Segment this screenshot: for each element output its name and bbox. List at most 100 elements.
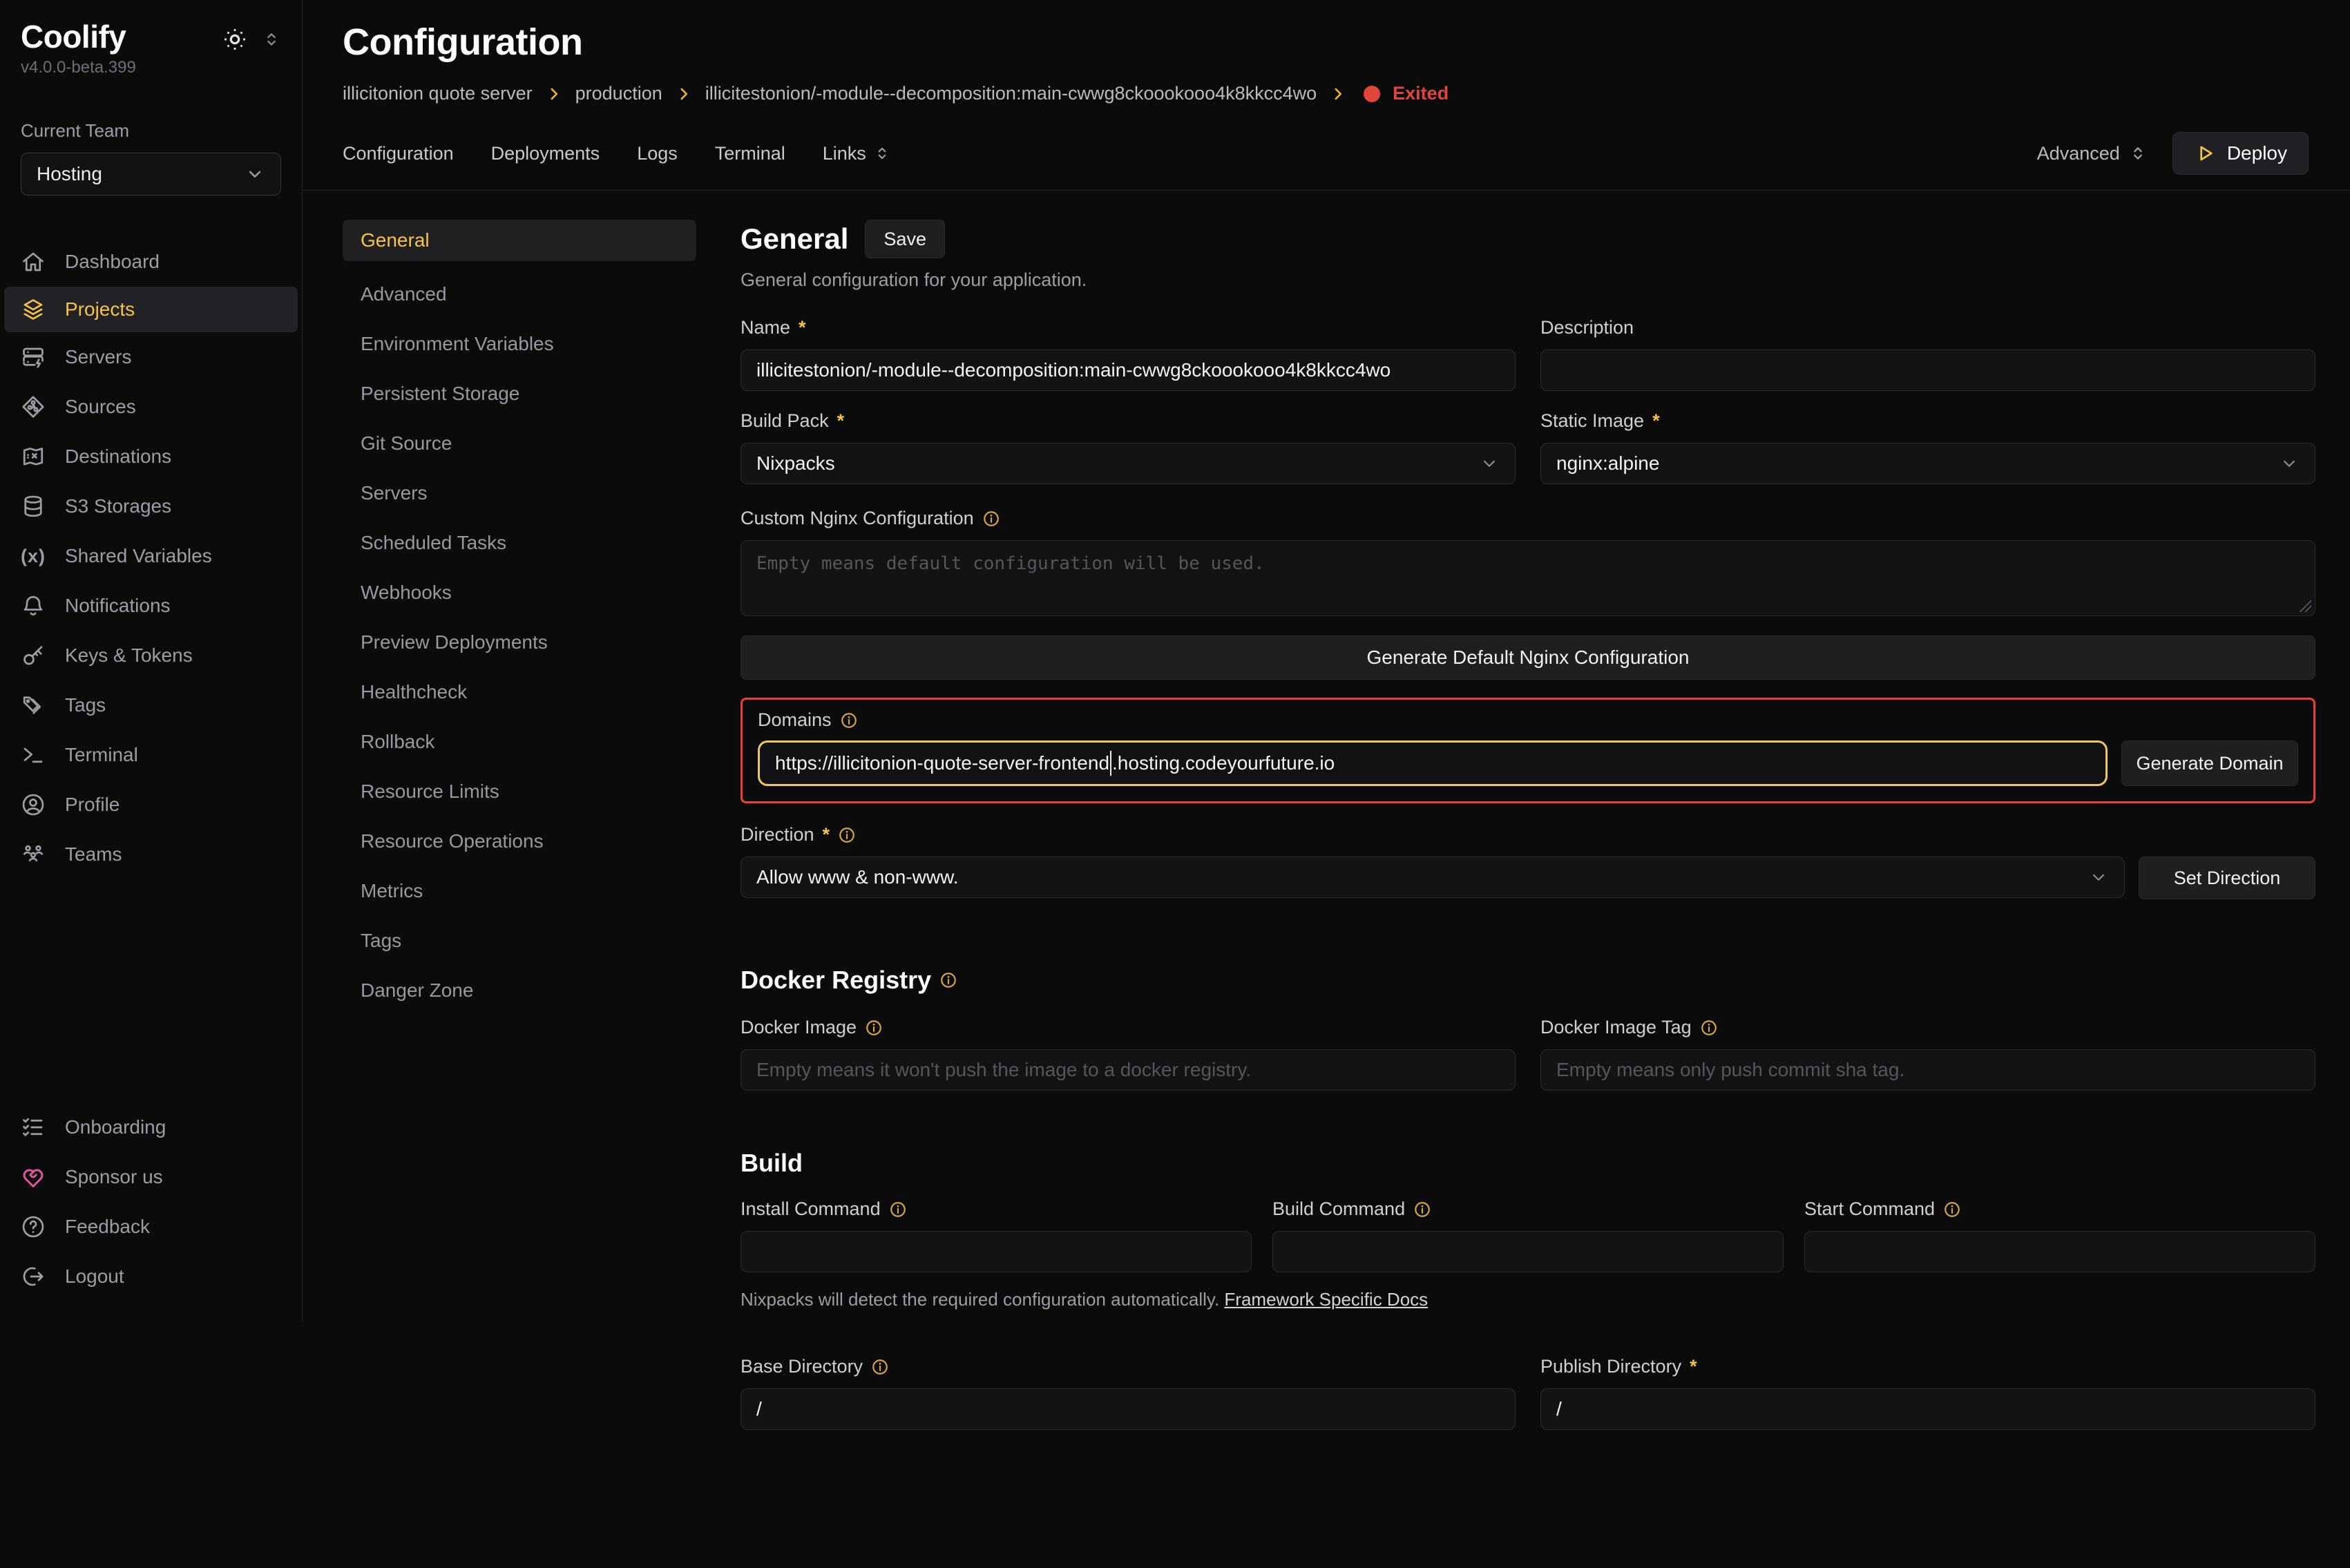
sidebar-item-tags[interactable]: Tags — [0, 680, 302, 730]
tab-links[interactable]: Links — [823, 143, 891, 164]
user-circle-icon — [21, 792, 46, 817]
sidebar-item-s3-storages[interactable]: S3 Storages — [0, 481, 302, 531]
docker-image-tag-input[interactable] — [1540, 1049, 2315, 1091]
build-heading: Build — [741, 1149, 2315, 1178]
sidebar-item-notifications[interactable]: Notifications — [0, 581, 302, 631]
build-command-input[interactable] — [1272, 1231, 1784, 1272]
docker-image-input[interactable] — [741, 1049, 1516, 1091]
sidebar-item-feedback[interactable]: Feedback — [0, 1202, 302, 1252]
build-pack-select[interactable]: Nixpacks — [741, 443, 1516, 484]
app-logo: Coolify — [21, 18, 126, 55]
static-image-select[interactable]: nginx:alpine — [1540, 443, 2315, 484]
theme-selector-chevron-up-down-icon[interactable] — [262, 30, 281, 49]
sidebar-item-terminal[interactable]: Terminal — [0, 730, 302, 780]
sidebar-item-keys-tokens[interactable]: Keys & Tokens — [0, 631, 302, 680]
subnav-tags[interactable]: Tags — [343, 916, 696, 966]
tab-configuration[interactable]: Configuration — [343, 143, 454, 164]
info-icon — [838, 826, 856, 844]
direction-select[interactable]: Allow www & non-www. — [741, 857, 2125, 898]
build-pack-label: Build Pack* — [741, 410, 1516, 432]
generate-nginx-button[interactable]: Generate Default Nginx Configuration — [741, 635, 2315, 680]
chevron-right-icon — [1329, 85, 1347, 103]
tab-deployments[interactable]: Deployments — [491, 143, 600, 164]
subnav-general[interactable]: General — [343, 220, 696, 261]
play-icon — [2194, 142, 2216, 164]
base-directory-label: Base Directory — [741, 1356, 1516, 1377]
static-image-label: Static Image* — [1540, 410, 2315, 432]
sidebar: Coolify v4.0.0-beta.399 Current Team Hos… — [0, 0, 303, 1322]
deploy-button[interactable]: Deploy — [2172, 132, 2309, 175]
subnav-danger-zone[interactable]: Danger Zone — [343, 966, 696, 1015]
app-version: v4.0.0-beta.399 — [21, 58, 281, 77]
theme-toggle-sun-icon[interactable] — [222, 26, 248, 52]
subnav-healthcheck[interactable]: Healthcheck — [343, 667, 696, 717]
sidebar-item-shared-variables[interactable]: (x) Shared Variables — [0, 531, 302, 581]
text-caret — [1110, 751, 1111, 776]
domains-section: Domains https://illicitonion-quote-serve… — [741, 698, 2315, 803]
name-input[interactable] — [741, 350, 1516, 391]
subnav-resource-limits[interactable]: Resource Limits — [343, 767, 696, 816]
sidebar-item-servers[interactable]: Servers — [0, 332, 302, 382]
parentheses-x-icon: (x) — [21, 544, 46, 568]
tab-terminal[interactable]: Terminal — [715, 143, 785, 164]
breadcrumb-project[interactable]: illicitonion quote server — [343, 83, 533, 104]
tab-logs[interactable]: Logs — [637, 143, 678, 164]
server-icon — [21, 345, 46, 370]
description-label: Description — [1540, 317, 2315, 338]
set-direction-button[interactable]: Set Direction — [2139, 857, 2315, 899]
resize-grip-icon[interactable] — [2299, 600, 2311, 612]
advanced-selector[interactable]: Advanced — [2037, 143, 2148, 164]
subnav-webhooks[interactable]: Webhooks — [343, 568, 696, 618]
subnav-git-source[interactable]: Git Source — [343, 419, 696, 468]
chevron-down-icon — [2279, 453, 2300, 474]
breadcrumb-application[interactable]: illicitestonion/-module--decomposition:m… — [705, 83, 1317, 104]
sidebar-item-profile[interactable]: Profile — [0, 780, 302, 830]
subnav-metrics[interactable]: Metrics — [343, 866, 696, 916]
sidebar-item-dashboard[interactable]: Dashboard — [0, 237, 302, 287]
domains-input[interactable]: https://illicitonion-quote-server-fronte… — [758, 740, 2108, 786]
base-directory-input[interactable] — [741, 1388, 1516, 1430]
map-icon — [21, 444, 46, 469]
breadcrumb-environment[interactable]: production — [575, 83, 662, 104]
docker-image-tag-label: Docker Image Tag — [1540, 1017, 2315, 1038]
sidebar-item-sources[interactable]: Sources — [0, 382, 302, 432]
general-form: General Save General configuration for y… — [741, 220, 2315, 1568]
subnav-servers[interactable]: Servers — [343, 468, 696, 518]
info-icon — [1700, 1019, 1718, 1037]
subnav-rollback[interactable]: Rollback — [343, 717, 696, 767]
info-icon — [1943, 1201, 1961, 1218]
info-icon — [865, 1019, 883, 1037]
sidebar-item-logout[interactable]: Logout — [0, 1252, 302, 1301]
sidebar-item-projects[interactable]: Projects — [4, 287, 298, 332]
tag-icon — [21, 693, 46, 718]
subnav-preview-deployments[interactable]: Preview Deployments — [343, 618, 696, 667]
subnav-resource-operations[interactable]: Resource Operations — [343, 816, 696, 866]
main-area: Configuration illicitonion quote server … — [303, 0, 2350, 1322]
install-command-label: Install Command — [741, 1198, 1252, 1220]
section-subtitle: General configuration for your applicati… — [741, 269, 2315, 291]
save-button[interactable]: Save — [865, 220, 945, 258]
key-icon — [21, 643, 46, 668]
install-command-input[interactable] — [741, 1231, 1252, 1272]
start-command-input[interactable] — [1804, 1231, 2315, 1272]
framework-docs-link[interactable]: Framework Specific Docs — [1224, 1289, 1428, 1310]
chevron-right-icon — [545, 85, 563, 103]
subnav-scheduled-tasks[interactable]: Scheduled Tasks — [343, 518, 696, 568]
sidebar-item-destinations[interactable]: Destinations — [0, 432, 302, 481]
publish-directory-label: Publish Directory* — [1540, 1356, 2315, 1377]
team-select[interactable]: Hosting — [21, 153, 281, 195]
subnav-environment-variables[interactable]: Environment Variables — [343, 319, 696, 369]
logout-icon — [21, 1264, 46, 1289]
sidebar-footer-nav: Onboarding Sponsor us Feedback Logout — [0, 1102, 302, 1301]
description-input[interactable] — [1540, 350, 2315, 391]
publish-directory-input[interactable] — [1540, 1388, 2315, 1430]
subnav-persistent-storage[interactable]: Persistent Storage — [343, 369, 696, 419]
current-team-label: Current Team — [21, 120, 281, 142]
sidebar-item-sponsor-us[interactable]: Sponsor us — [0, 1152, 302, 1202]
custom-nginx-textarea[interactable] — [741, 540, 2315, 616]
sidebar-item-onboarding[interactable]: Onboarding — [0, 1102, 302, 1152]
help-circle-icon — [21, 1214, 46, 1239]
subnav-advanced[interactable]: Advanced — [343, 269, 696, 319]
generate-domain-button[interactable]: Generate Domain — [2121, 740, 2298, 786]
sidebar-item-teams[interactable]: Teams — [0, 830, 302, 879]
